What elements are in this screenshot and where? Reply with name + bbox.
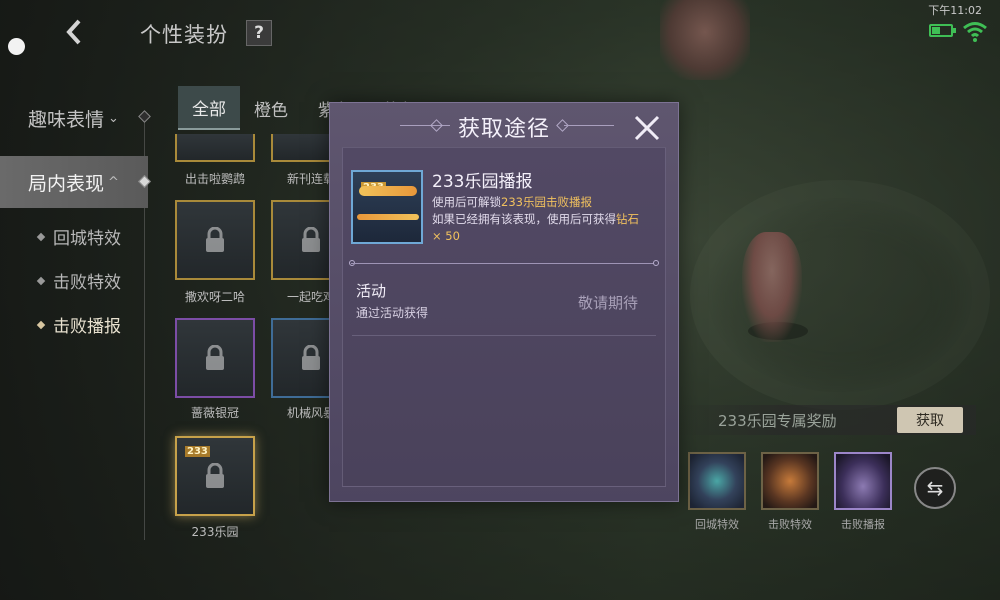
item-card-233-park[interactable]: 233	[175, 436, 255, 516]
tab-orange[interactable]: 橙色	[240, 86, 302, 130]
item-card-husky[interactable]	[175, 200, 255, 280]
desc-highlight: 233乐园击败播报	[501, 195, 592, 209]
get-button[interactable]: 获取	[897, 407, 963, 433]
item-card-label: 蔷薇银冠	[190, 406, 239, 420]
chevron-up-icon: ^	[108, 174, 119, 190]
tab-all[interactable]: 全部	[178, 86, 240, 130]
source-title: 活动	[356, 282, 387, 300]
desc-line2-highlight: 钻石	[616, 212, 639, 226]
back-button[interactable]	[58, 14, 90, 50]
back-arrow-icon	[66, 19, 81, 45]
desc-prefix: 使用后可解锁	[432, 195, 501, 209]
source-status: 敬请期待	[578, 294, 639, 312]
acquire-dialog: 获取途径 233 233乐园播报 使用后可解锁233乐园击败播报 如果已经拥有该…	[329, 102, 679, 502]
source-divider	[352, 335, 656, 336]
lock-icon	[302, 345, 320, 370]
title-deco-line	[564, 125, 614, 126]
chevron-down-icon: ⌄	[108, 110, 119, 126]
item-card-label: 233乐园	[191, 525, 239, 539]
thumb-label: 击败特效	[768, 518, 812, 531]
sidebar-subitem-kill-broadcast[interactable]: 击败播报	[36, 312, 121, 337]
item-card-label: 出击啦鹦鹉	[184, 172, 245, 186]
preview-thumb-recall[interactable]	[688, 452, 746, 510]
lock-icon	[206, 463, 224, 488]
preview-thumb-broadcast[interactable]	[834, 452, 892, 510]
close-icon[interactable]	[632, 113, 662, 143]
sidebar-subitem-kill-effect[interactable]: 击败特效	[36, 268, 121, 293]
tab-label: 全部	[192, 99, 226, 120]
thumb-label: 回城特效	[695, 518, 739, 531]
source-subtitle: 通过活动获得	[356, 306, 429, 320]
card-badge: 233	[185, 446, 210, 457]
subitem-label: 回城特效	[53, 229, 121, 249]
sidebar-item-label: 局内表现	[28, 172, 105, 195]
bullet-icon	[36, 320, 46, 329]
item-name: 233乐园播报	[432, 172, 533, 192]
subitem-label: 击败播报	[53, 317, 121, 337]
item-icon: 233	[351, 170, 423, 244]
battery-icon	[929, 24, 956, 37]
bullet-icon	[36, 276, 46, 285]
lock-icon	[302, 227, 320, 252]
subitem-label: 击败特效	[53, 273, 121, 293]
divider	[351, 263, 657, 264]
divider-dot	[653, 260, 659, 266]
battery-fill	[932, 27, 941, 34]
swap-icon: ⇆	[926, 476, 944, 500]
item-description: 使用后可解锁233乐园击败播报 如果已经拥有该表现，使用后可获得钻石 × 50	[432, 194, 662, 245]
tab-label: 橙色	[254, 100, 288, 121]
lock-icon	[206, 345, 224, 370]
sidebar-subitem-recall-effect[interactable]: 回城特效	[36, 224, 121, 249]
sidebar-item-in-game-effects[interactable]: 局内表现 ^	[0, 156, 148, 208]
dialog-title: 获取途径	[457, 117, 550, 142]
thumb-label: 击败播报	[841, 518, 885, 531]
item-card-label: 撒欢呀二哈	[184, 290, 245, 304]
lock-icon	[206, 227, 224, 252]
bullet-icon	[36, 232, 46, 241]
desc-line2-prefix: 如果已经拥有该表现，使用后可获得	[432, 212, 616, 226]
help-icon: ?	[254, 23, 264, 43]
sidebar-item-fun-emotes[interactable]: 趣味表情 ⌄	[0, 92, 148, 144]
sidebar-item-label: 趣味表情	[28, 108, 105, 131]
page-title: 个性装扮	[140, 23, 228, 47]
item-card-parrot[interactable]	[175, 134, 255, 162]
preview-thumb-kill[interactable]	[761, 452, 819, 510]
item-glow	[357, 214, 419, 220]
item-card-rose-crown[interactable]	[175, 318, 255, 398]
floating-assist-dot[interactable]	[8, 38, 25, 55]
status-time: 下午11:02	[928, 4, 982, 17]
reward-text: 233乐园专属奖励	[718, 412, 837, 430]
help-button[interactable]: ?	[246, 20, 272, 46]
swap-button[interactable]: ⇆	[914, 467, 956, 509]
item-glow	[359, 186, 417, 196]
wifi-icon	[963, 22, 987, 42]
desc-amount: × 50	[432, 229, 460, 243]
